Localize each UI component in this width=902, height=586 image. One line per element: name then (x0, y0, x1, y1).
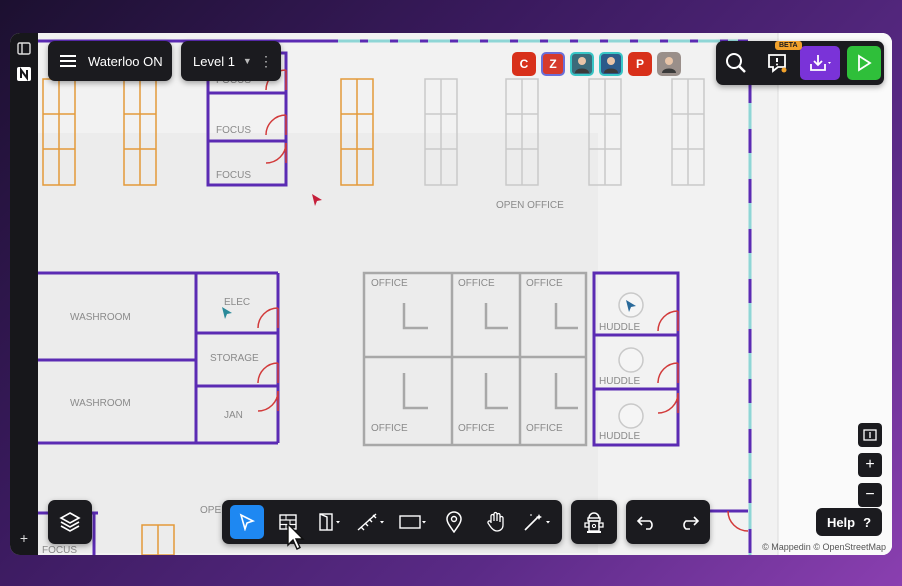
redo-icon[interactable] (672, 505, 706, 539)
building-name: Waterloo ON (88, 53, 163, 69)
pointer-icon (239, 513, 255, 531)
hydrant-icon (584, 512, 604, 533)
stairs-icon (357, 513, 385, 531)
zoom-in-icon[interactable]: + (858, 453, 882, 477)
room-label-washroom: WASHROOM (70, 312, 131, 323)
building-selector[interactable]: Waterloo ON (48, 41, 172, 81)
room-label-office: OFFICE (458, 278, 495, 289)
huddle-tables (618, 292, 644, 429)
map-attribution[interactable]: © Mappedin © OpenStreetMap (762, 542, 886, 552)
map-canvas[interactable]: FOCUS FOCUS FOCUS OPEN OFFICE WASHROOM W… (38, 33, 892, 555)
app-window: + FOCUS FOCUS OPEN OFFICE WASHROOM WASHR… (10, 33, 892, 555)
chevron-down-icon: ▼ (242, 56, 252, 66)
kebab-icon[interactable]: ⋮ (259, 53, 273, 70)
room-label-open-office: OPEN OFFICE (496, 200, 564, 211)
floor-plan[interactable]: FOCUS FOCUS FOCUS OPEN OFFICE WASHROOM W… (38, 33, 892, 555)
collaborator-avatar[interactable]: Z (541, 52, 565, 76)
room-label-huddle: HUDDLE (599, 431, 640, 442)
magic-wand-icon (524, 514, 551, 531)
download-button[interactable] (800, 46, 841, 80)
level-label: Level 1 (193, 53, 235, 69)
mouse-cursor (287, 523, 305, 550)
alert-icon[interactable] (760, 46, 794, 80)
search-icon[interactable] (719, 46, 753, 80)
pan-tool[interactable] (479, 505, 513, 539)
download-icon (810, 55, 832, 71)
sidebar-toggle-icon[interactable] (15, 39, 33, 57)
fire-safety-tool[interactable] (571, 500, 617, 544)
zoom-controls: + − (858, 423, 882, 513)
play-button[interactable] (846, 46, 881, 80)
room-label-office: OFFICE (371, 423, 408, 434)
room-label-office: OFFICE (371, 278, 408, 289)
plus-icon[interactable]: + (15, 529, 33, 547)
room-label-jan: JAN (224, 410, 243, 421)
undo-icon[interactable] (630, 505, 664, 539)
marker-tool[interactable] (437, 505, 471, 539)
room-label-office: OFFICE (526, 278, 563, 289)
room-label-focus: FOCUS (42, 545, 77, 555)
drawing-toolbar (222, 500, 562, 544)
door-icon (319, 513, 340, 531)
select-tool[interactable] (229, 505, 264, 539)
left-rail: + (10, 33, 38, 555)
rectangle-icon (399, 515, 426, 529)
hand-icon (487, 511, 504, 532)
logo-icon[interactable] (15, 65, 33, 83)
layers-icon (59, 512, 81, 532)
collaborator-avatar[interactable] (657, 52, 681, 76)
room-label-storage: STORAGE (210, 353, 259, 364)
zoom-fit-icon[interactable] (858, 423, 882, 447)
hamburger-icon[interactable] (48, 41, 88, 81)
layers-button[interactable] (48, 500, 92, 544)
help-label: Help (826, 514, 856, 530)
location-pin-icon (446, 511, 463, 533)
history-controls (626, 500, 710, 544)
collaborator-avatars: CZ P (512, 52, 681, 80)
collaborator-avatar[interactable] (570, 52, 594, 76)
room-label-focus: FOCUS (216, 170, 251, 181)
help-button[interactable]: Help ? (816, 508, 882, 536)
room-label-huddle: HUDDLE (599, 376, 640, 387)
shape-tool[interactable] (396, 505, 430, 539)
collaborator-avatar[interactable]: P (628, 52, 652, 76)
room-label-focus: FOCUS (216, 125, 251, 136)
play-icon (857, 54, 872, 72)
level-selector[interactable]: Level 1 ▼ ⋮ (181, 41, 281, 81)
magic-tool[interactable] (520, 505, 554, 539)
room-label-open-office: OPE (200, 505, 221, 516)
collaborator-avatar[interactable]: C (512, 52, 536, 76)
room-label-elec: ELEC (224, 297, 250, 308)
room-label-washroom: WASHROOM (70, 398, 131, 409)
help-icon: ? (863, 514, 872, 530)
beta-badge: BETA (775, 41, 802, 50)
door-tool[interactable] (313, 505, 347, 539)
collaborator-avatar[interactable] (599, 52, 623, 76)
room-label-huddle: HUDDLE (599, 322, 640, 333)
room-label-office: OFFICE (458, 423, 495, 434)
stairs-tool[interactable] (354, 505, 388, 539)
zoom-out-icon[interactable]: − (858, 483, 882, 507)
room-label-office: OFFICE (526, 423, 563, 434)
